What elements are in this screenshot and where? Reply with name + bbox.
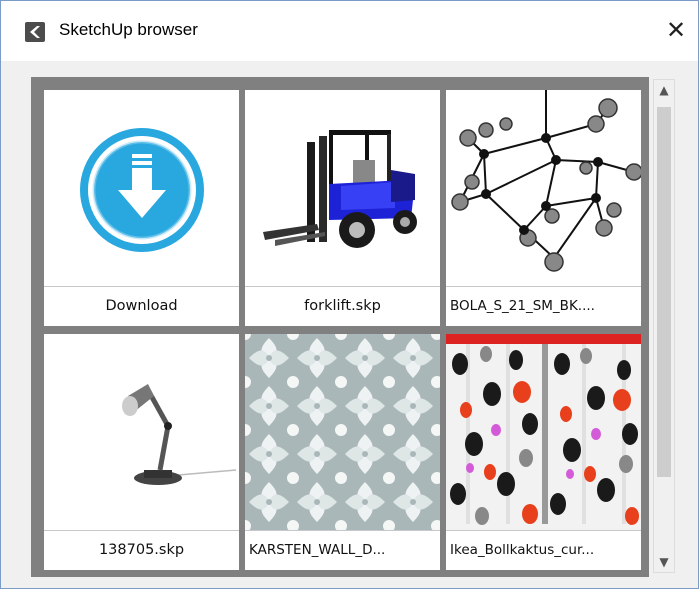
curtain-thumbnail (446, 334, 641, 530)
polka-curtain (446, 334, 641, 530)
scroll-down-button[interactable]: ▼ (654, 552, 674, 572)
window-title: SketchUp browser (59, 20, 198, 39)
gallery-item-forklift[interactable]: forklift.skp (245, 90, 440, 326)
lamp-thumbnail (44, 334, 239, 530)
forklift-model (263, 130, 417, 248)
gallery-item-lamp[interactable]: 138705.skp (44, 334, 239, 570)
close-button[interactable]: ✕ (661, 15, 691, 45)
item-label: Download (44, 286, 239, 326)
gallery-item-download[interactable]: Download (44, 90, 239, 326)
sketchup-browser-window: SketchUp browser ✕ Download forklift.skp… (0, 0, 699, 589)
item-label: forklift.skp (245, 286, 440, 326)
download-icon (80, 128, 204, 252)
item-label: KARSTEN_WALL_D... (245, 530, 440, 570)
item-label: 138705.skp (44, 530, 239, 570)
wallpaper-thumbnail (245, 334, 440, 530)
title-bar: SketchUp browser ✕ (1, 1, 698, 61)
gallery-item-wallpaper[interactable]: KARSTEN_WALL_D... (245, 334, 440, 570)
forklift-thumbnail (245, 90, 440, 286)
item-label: BOLA_S_21_SM_BK.... (446, 286, 641, 326)
gallery-item-chandelier[interactable]: BOLA_S_21_SM_BK.... (446, 90, 641, 326)
damask-wallpaper (245, 334, 440, 530)
scroll-up-button[interactable]: ▲ (654, 80, 674, 100)
gallery-grid: Download forklift.skp BOLA_S_21_SM_BK...… (31, 77, 649, 577)
download-thumbnail (44, 90, 239, 286)
chandelier-model (451, 90, 641, 272)
desk-lamp-model (122, 384, 237, 485)
sketchup-logo-icon (25, 22, 45, 42)
item-label: Ikea_Bollkaktus_cur... (446, 530, 641, 570)
scrollbar-thumb[interactable] (657, 107, 671, 477)
chandelier-thumbnail (446, 90, 641, 286)
vertical-scrollbar[interactable]: ▲ ▼ (653, 79, 675, 573)
gallery-item-curtain[interactable]: Ikea_Bollkaktus_cur... (446, 334, 641, 570)
